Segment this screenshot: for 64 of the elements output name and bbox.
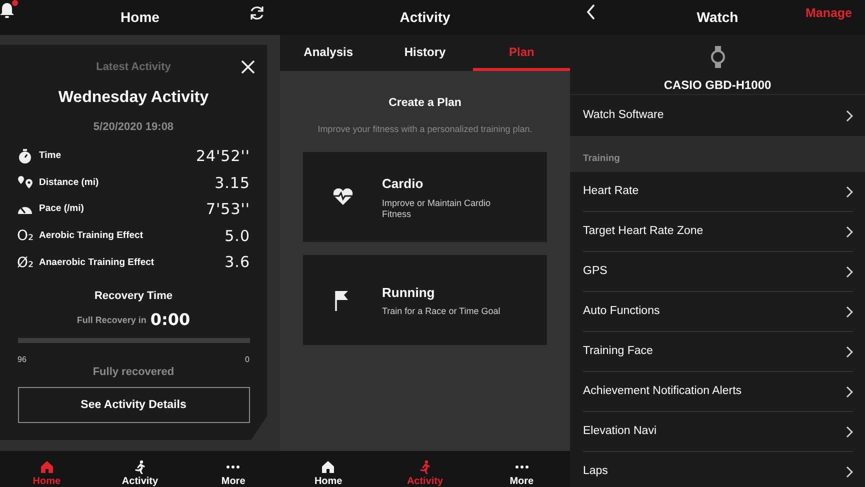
chevron-icon bbox=[846, 226, 853, 238]
chevron-icon bbox=[846, 266, 853, 278]
refresh-icon[interactable] bbox=[248, 4, 266, 22]
chevron-icon bbox=[846, 110, 853, 122]
metric-label: Anaerobic Training Effect bbox=[39, 256, 156, 270]
tab-bar-item[interactable]: Activity bbox=[93, 460, 187, 487]
details-button[interactable]: See Activity Details bbox=[18, 387, 250, 424]
scale-label: 96 bbox=[18, 354, 26, 366]
running-person-icon bbox=[418, 460, 432, 474]
metric-value: 5.0 bbox=[224, 226, 250, 247]
recovery-status: Fully recovered bbox=[92, 366, 174, 378]
metric-value: 24'52'' bbox=[196, 146, 250, 168]
chevron-icon bbox=[846, 306, 853, 318]
metric-label: Pace (/mi) bbox=[39, 202, 85, 216]
tab[interactable]: Analysis bbox=[280, 35, 377, 71]
tab-bar-item[interactable]: More bbox=[186, 460, 280, 487]
chevron-icon bbox=[846, 346, 853, 358]
metric-value: 7'53'' bbox=[206, 199, 250, 220]
chevron-icon bbox=[846, 466, 853, 478]
section-label: Training bbox=[583, 152, 620, 166]
home-icon bbox=[40, 460, 54, 474]
metric-label: Time bbox=[39, 149, 62, 164]
section-title: Recovery Time bbox=[94, 288, 173, 304]
watch-icon bbox=[710, 45, 724, 69]
scale-label: 0 bbox=[245, 354, 250, 366]
subtitle: Improve your fitness with a personalized training plan. bbox=[318, 123, 532, 136]
chevron-icon bbox=[846, 426, 853, 438]
plan-description: Improve or Maintain Cardio Fitness bbox=[382, 198, 492, 220]
recovery-time: 0:00 bbox=[150, 309, 190, 332]
oxygen-symbol: Ø₂ bbox=[17, 254, 34, 271]
device-name: CASIO GBD-H1000 bbox=[664, 77, 772, 94]
activity-date: 5/20/2020 19:08 bbox=[93, 120, 174, 134]
tab-bar-item[interactable]: More bbox=[473, 460, 570, 487]
manage-button[interactable]: Manage bbox=[805, 4, 852, 23]
plan-card[interactable]: Running Train for a Race or Time Goal bbox=[303, 254, 547, 345]
card-eyebrow: Latest Activity bbox=[96, 60, 171, 75]
tab[interactable]: History bbox=[376, 35, 474, 71]
tab-bar-item[interactable]: Home bbox=[0, 460, 94, 487]
chevron-icon bbox=[846, 386, 853, 398]
section-title: Create a Plan bbox=[388, 96, 462, 111]
screen-title: Activity bbox=[400, 8, 450, 27]
tab-bar-item[interactable]: Home bbox=[280, 460, 377, 487]
tab-bar-item[interactable]: Activity bbox=[376, 460, 474, 487]
screen-title: Home bbox=[120, 8, 160, 27]
metric-value: 3.15 bbox=[214, 172, 250, 194]
metric-label: Distance (mi) bbox=[39, 176, 100, 190]
location-pins-icon bbox=[17, 174, 34, 191]
recovery-caption: Full Recovery in bbox=[76, 314, 146, 327]
chevron-icon bbox=[846, 186, 853, 198]
metric-value: 3.6 bbox=[224, 252, 250, 274]
bell-icon[interactable] bbox=[0, 1, 16, 19]
plan-card[interactable]: Cardio Improve or Maintain Cardio Fitness bbox=[303, 152, 547, 242]
metric-label: Aerobic Training Effect bbox=[39, 228, 144, 243]
running-person-icon bbox=[132, 460, 147, 474]
close-icon[interactable] bbox=[241, 60, 255, 74]
plan-description: Train for a Race or Time Goal bbox=[382, 306, 500, 317]
home-icon bbox=[321, 460, 336, 474]
screen-title: Watch bbox=[696, 8, 738, 27]
plan-title: Running bbox=[382, 284, 436, 302]
back-icon[interactable] bbox=[586, 4, 596, 20]
stopwatch-icon bbox=[17, 148, 34, 164]
plan-title: Cardio bbox=[382, 175, 424, 193]
card-title: Wednesday Activity bbox=[58, 88, 209, 108]
oxygen-symbol: O₂ bbox=[17, 228, 34, 244]
